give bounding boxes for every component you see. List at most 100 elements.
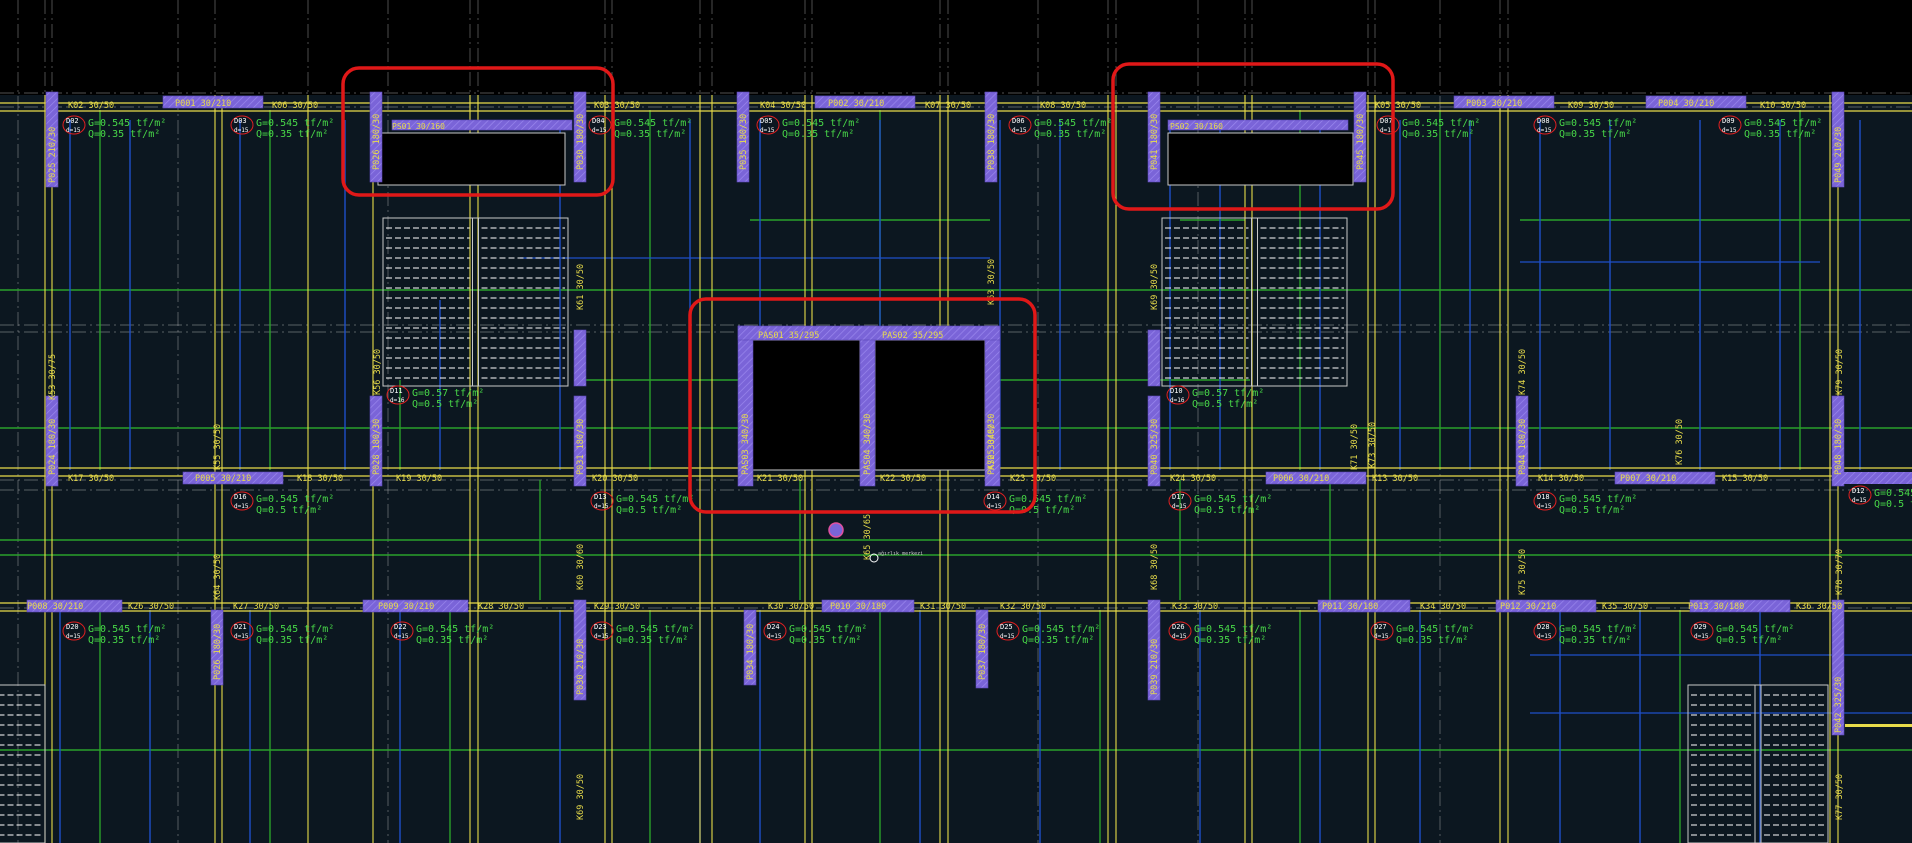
slab-thickness-d29: d=15 (1694, 633, 1709, 640)
beam-label-p012: P012 30/210 (1500, 602, 1556, 612)
slab-live-load-d20: Q=0.35 tf/m² (88, 635, 160, 646)
vbeam-label-k76: K76 30/50 (1675, 419, 1685, 465)
slab-id-d10: D10 (1170, 387, 1183, 395)
column[interactable] (1147, 329, 1161, 387)
slab-id-d02: D02 (66, 117, 79, 125)
slab-live-load-d26: Q=0.35 tf/m² (1194, 635, 1266, 646)
slab-live-load-d24: Q=0.35 tf/m² (789, 635, 861, 646)
slab-dead-load-d08: G=0.545 tf/m² (1559, 118, 1637, 129)
beam-label-k18: K18 30/50 (297, 474, 343, 484)
slab-id-d06: D06 (1012, 117, 1025, 125)
slab-id-d11: D11 (390, 387, 403, 395)
col-label-p048: P048 180/30 (1834, 419, 1844, 475)
beam-label-k33: K33 30/50 (1172, 602, 1218, 612)
slab-id-d03: D03 (234, 117, 247, 125)
slab-thickness-d14: d=15 (987, 503, 1002, 510)
beam-label-p004: P004 30/210 (1658, 99, 1714, 109)
slab-dead-load-d11: G=0.57 tf/m² (412, 388, 484, 399)
column[interactable] (1840, 472, 1912, 484)
slab-id-d18: D18 (1537, 493, 1550, 501)
slab-dead-load-d23: G=0.545 tf/m² (616, 624, 694, 635)
beam-label-k15: K15 30/50 (1722, 474, 1768, 484)
slab-thickness-d05: d=15 (760, 127, 775, 134)
slab-dead-load-d14: G=0.545 tf/m² (1009, 494, 1087, 505)
slab-dead-load-d21: G=0.545 tf/m² (256, 624, 334, 635)
col-label-pas04: PAS04 340/30 (863, 414, 873, 475)
vbeam-label-k73: K73 30/50 (1368, 422, 1378, 468)
slab-id-d26: D26 (1172, 623, 1185, 631)
slab-thickness-d06: d=15 (1012, 127, 1027, 134)
vbeam-label-k71: K71 30/50 (1350, 424, 1360, 470)
beam-label-k04: K04 30/50 (760, 101, 806, 111)
beam-label-p002: P002 30/210 (828, 99, 884, 109)
slab-id-d04: D04 (592, 117, 605, 125)
slab-dead-load-d20: G=0.545 tf/m² (88, 624, 166, 635)
slab-thickness-d10: d=16 (1170, 397, 1185, 404)
beam-label-k13: K13 30/50 (1372, 474, 1418, 484)
center-of-mass-icon[interactable] (828, 522, 844, 538)
beam-label-k29: K29 30/50 (594, 602, 640, 612)
slab-thickness-d03: d=15 (234, 127, 249, 134)
slab-live-load-d18: Q=0.5 tf/m² (1559, 505, 1625, 516)
slab-id-d16: D16 (234, 493, 247, 501)
col-label-p037: P037 180/30 (978, 624, 988, 680)
slab-thickness-d18: d=15 (1537, 503, 1552, 510)
slab-dead-load-d24: G=0.545 tf/m² (789, 624, 867, 635)
beam-label-k07: K07 30/50 (925, 101, 971, 111)
opening-void (377, 132, 566, 186)
slab-id-d12: D12 (1852, 487, 1865, 495)
beam-label-k19: K19 30/50 (396, 474, 442, 484)
slab-dead-load-d29: G=0.545 tf/m² (1716, 624, 1794, 635)
slab-dead-load-d04: G=0.545 tf/m² (614, 118, 692, 129)
beam-label-p007: P007 30/210 (1620, 474, 1676, 484)
slab-thickness-d12: d=15 (1852, 497, 1867, 504)
beam-label-k35: K35 30/50 (1602, 602, 1648, 612)
vbeam-label-k68: K68 30/50 (1150, 544, 1160, 590)
slab-thickness-d16: d=15 (234, 503, 249, 510)
col-label-p040: P040 325/30 (1150, 419, 1160, 475)
col-label-p030-lower: P030 210/30 (576, 639, 586, 695)
slab-thickness-d27: d=15 (1374, 633, 1389, 640)
beam-label-k21: K21 30/50 (757, 474, 803, 484)
col-label-p039: P039 210/30 (1150, 639, 1160, 695)
beam-label-k10: K10 30/50 (1760, 101, 1806, 111)
vbeam-label-k53: K53 30/75 (48, 354, 58, 400)
stair-bottom-right (1687, 684, 1829, 843)
beam-label-k09: K09 30/50 (1568, 101, 1614, 111)
vbeam-label-k69: K69 30/50 (1150, 264, 1160, 310)
slab-thickness-d17: d=15 (1172, 503, 1187, 510)
slab-dead-load-d09: G=0.545 tf/m² (1744, 118, 1822, 129)
slab-dead-load-d26: G=0.545 tf/m² (1194, 624, 1272, 635)
col-label-p025: P025 210/30 (48, 127, 58, 183)
slab-dead-load-d16: G=0.545 tf/m² (256, 494, 334, 505)
slab-id-d28: D28 (1537, 623, 1550, 631)
slab-dead-load-d17: G=0.545 tf/m² (1194, 494, 1272, 505)
beam-label-k06: K06 30/50 (272, 101, 318, 111)
slab-live-load-d09: Q=0.35 tf/m² (1744, 129, 1816, 140)
slab-live-load-d11: Q=0.5 tf/m² (412, 399, 478, 410)
stair-left (382, 217, 569, 387)
beam-label-k30: K30 30/50 (768, 602, 814, 612)
beam-label-p010: P010 30/180 (830, 602, 886, 612)
beam-label-k02: K02 30/50 (68, 101, 114, 111)
slab-id-d29: D29 (1694, 623, 1707, 631)
col-label-p041: P041 180/30 (1150, 114, 1160, 170)
column[interactable] (573, 329, 587, 387)
col-label-p026-lower: P026 180/30 (213, 624, 223, 680)
col-label-p038: P038 180/30 (987, 114, 997, 170)
structural-floor-plan[interactable]: K02 30/50 P001 30/210 K06 30/50 K03 30/50 K0… (0, 0, 1912, 843)
col-label-p031: P031 180/30 (576, 419, 586, 475)
beam-label-k31: K31 30/50 (920, 602, 966, 612)
beam-label-p005: P005 30/210 (195, 474, 251, 484)
slab-live-load-d10: Q=0.5 tf/m² (1192, 399, 1258, 410)
beam-label-k26: K26 30/50 (128, 602, 174, 612)
slab-thickness-d04: d=15 (592, 127, 607, 134)
beam-label-k22: K22 30/50 (880, 474, 926, 484)
beam-label-k27: K27 30/50 (233, 602, 279, 612)
slab-id-d17: D17 (1172, 493, 1185, 501)
opening-label-pas01: PAS01 35/295 (758, 331, 819, 341)
cad-viewport[interactable]: K02 30/50 P001 30/210 K06 30/50 K03 30/50 K0… (0, 0, 1912, 843)
slab-id-d13: D13 (594, 493, 607, 501)
center-label: ağırlık merkezi (878, 550, 923, 557)
beam-label-k20: K20 30/50 (592, 474, 638, 484)
